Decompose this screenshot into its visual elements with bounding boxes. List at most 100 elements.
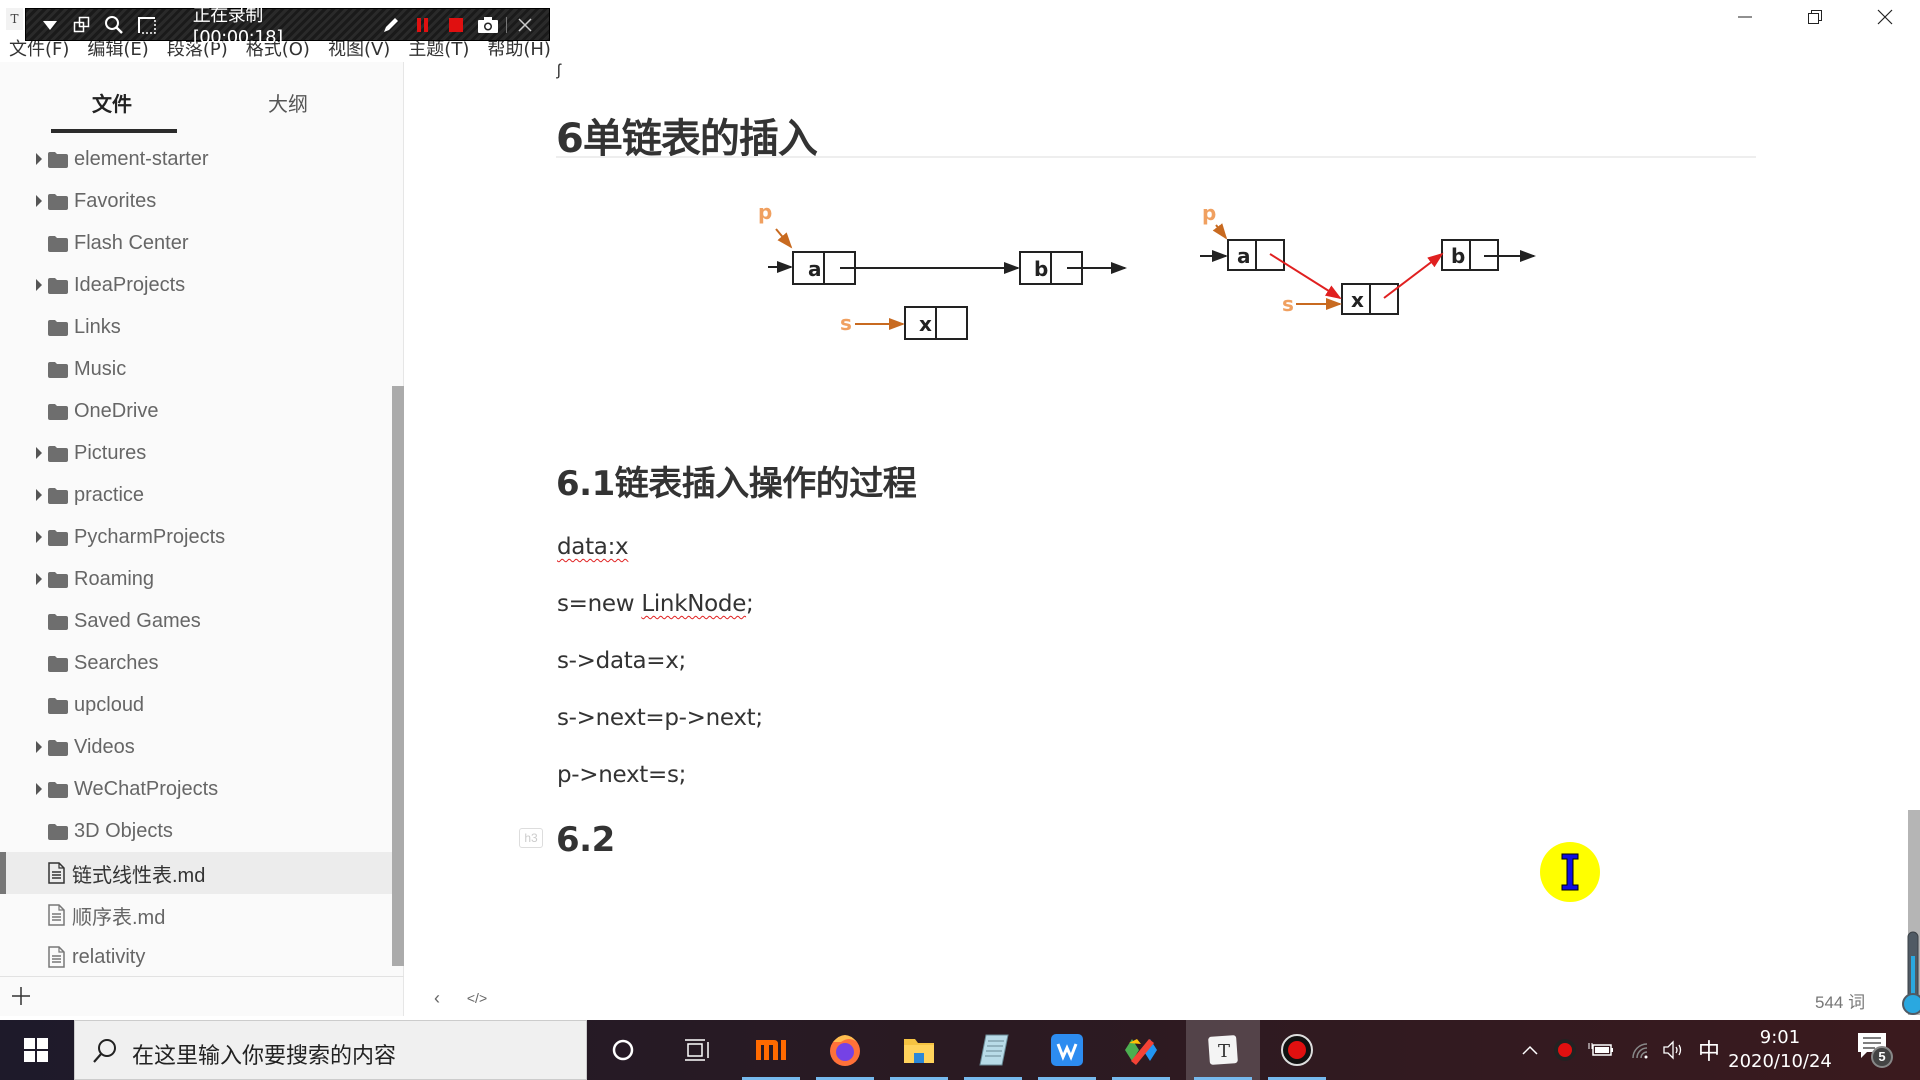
tree-item-label: 链式线性表.md (72, 864, 206, 887)
taskbar-app-file-explorer[interactable] (882, 1020, 956, 1080)
folder-icon (48, 823, 68, 840)
caret-right-icon[interactable] (36, 195, 42, 207)
folder-item[interactable]: Flash Center (0, 222, 392, 264)
folder-item[interactable]: OneDrive (0, 390, 392, 432)
sidebar-scrollbar[interactable] (392, 386, 404, 966)
restore-button[interactable] (1780, 0, 1850, 34)
taskbar-app-recorder[interactable] (1260, 1020, 1334, 1080)
folder-item[interactable]: Saved Games (0, 600, 392, 642)
taskbar-search[interactable]: 在这里输入你要搜索的内容 (74, 1020, 587, 1080)
folder-item[interactable]: Pictures (0, 432, 392, 474)
menu-file[interactable]: 文件(F) (0, 38, 78, 62)
caret-right-icon[interactable] (36, 447, 42, 459)
record-icon (1281, 1034, 1313, 1066)
line-new-node[interactable]: s=new LinkNode; (557, 591, 754, 617)
caret-right-icon[interactable] (36, 153, 42, 165)
line-set-data[interactable]: s->data=x; (557, 648, 686, 674)
clock-date: 2020/10/24 (1728, 1051, 1832, 1072)
folder-item[interactable]: Favorites (0, 180, 392, 222)
cortana-button[interactable] (586, 1020, 660, 1080)
heading-6-2[interactable]: 6.2 (556, 820, 615, 860)
wifi-icon (1632, 1043, 1648, 1059)
close-button[interactable] (1850, 0, 1920, 34)
colorful-app-icon (1125, 1039, 1157, 1065)
folder-item[interactable]: Music (0, 348, 392, 390)
recorder-close-button[interactable] (509, 11, 541, 39)
folder-item[interactable]: practice (0, 474, 392, 516)
folder-item[interactable]: upcloud (0, 684, 392, 726)
minimize-button[interactable] (1710, 0, 1780, 34)
mi-logo-icon (756, 1040, 786, 1060)
line-data[interactable]: data:x (557, 534, 629, 560)
cortana-circle-icon (612, 1039, 634, 1061)
action-center-button[interactable]: 5 (1855, 1032, 1895, 1072)
folder-item[interactable]: Roaming (0, 558, 392, 600)
svg-text:T: T (1218, 1041, 1230, 1062)
caret-right-icon[interactable] (36, 783, 42, 795)
caret-right-icon[interactable] (36, 531, 42, 543)
folder-item[interactable]: PycharmProjects (0, 516, 392, 558)
new-link-x-to-b (1383, 252, 1444, 299)
recorder-screenshot-button[interactable] (472, 11, 504, 39)
recorder-dropdown-button[interactable] (34, 11, 66, 39)
folder-item[interactable]: element-starter (0, 138, 392, 180)
notification-count: 5 (1871, 1046, 1893, 1068)
tab-outline[interactable]: 大纲 (268, 88, 308, 117)
taskbar-clock[interactable]: 9:01 2020/10/24 (1720, 1026, 1840, 1074)
recording-status: 正在录制 [00:00:18] (192, 5, 283, 48)
folder-item[interactable]: Links (0, 306, 392, 348)
search-placeholder: 在这里输入你要搜索的内容 (132, 1044, 397, 1069)
tray-battery[interactable] (1585, 1020, 1617, 1080)
task-view-button[interactable] (660, 1020, 734, 1080)
folder-icon (48, 403, 68, 420)
folder-item[interactable]: 3D Objects (0, 810, 392, 852)
line-set-next[interactable]: s->next=p->next; (557, 705, 763, 731)
window-copy-icon (74, 16, 90, 32)
diagram-after: p a x b s (1200, 201, 1536, 316)
show-hidden-icons-button[interactable] (1515, 1020, 1545, 1080)
heading-insert-process[interactable]: 6.1链表插入操作的过程 (556, 456, 917, 505)
menu-edit[interactable]: 编辑(E) (78, 38, 157, 62)
tab-files[interactable]: 文件 (92, 88, 132, 117)
taskbar-app-colorful[interactable] (1104, 1020, 1178, 1080)
active-tab-indicator (51, 129, 177, 133)
sidebar-footer (0, 976, 404, 1016)
caret-right-icon[interactable] (36, 279, 42, 291)
caret-right-icon[interactable] (36, 489, 42, 501)
recorder-pause-button[interactable] (407, 11, 439, 39)
add-file-button[interactable] (10, 985, 32, 1007)
start-button[interactable] (0, 1020, 72, 1080)
camera-icon (477, 16, 498, 33)
recorder-region-button[interactable] (131, 11, 163, 39)
tree-item-label: PycharmProjects (74, 525, 226, 548)
taskbar-app-mi[interactable] (734, 1020, 808, 1080)
file-item[interactable]: 顺序表.md (0, 894, 392, 936)
file-item[interactable]: 链式线性表.md (0, 852, 392, 894)
folder-item[interactable]: WeChatProjects (0, 768, 392, 810)
recorder-zoom-button[interactable] (98, 11, 130, 39)
recorder-stop-button[interactable] (439, 11, 471, 39)
file-item[interactable]: relativity (0, 936, 392, 978)
caret-right-icon[interactable] (36, 573, 42, 585)
tree-item-label: Music (74, 357, 127, 380)
folder-item[interactable]: Searches (0, 642, 392, 684)
line-link-p[interactable]: p->next=s; (557, 762, 686, 788)
word-count[interactable]: 544 词 (1815, 988, 1865, 1013)
tray-network[interactable] (1624, 1020, 1656, 1080)
menu-theme[interactable]: 主题(T) (399, 38, 478, 62)
caret-right-icon[interactable] (36, 741, 42, 753)
toggle-sidebar-button[interactable]: ‹ (425, 986, 449, 1010)
taskbar-app-wps[interactable] (1030, 1020, 1104, 1080)
folder-item[interactable]: Videos (0, 726, 392, 768)
source-mode-button[interactable]: </> (461, 986, 493, 1010)
tray-volume[interactable] (1658, 1020, 1690, 1080)
taskbar-app-typora[interactable]: T (1186, 1020, 1260, 1080)
folder-item[interactable]: IdeaProjects (0, 264, 392, 306)
recorder-window-button[interactable] (66, 11, 98, 39)
taskbar-app-notepad[interactable] (956, 1020, 1030, 1080)
recorder-pen-button[interactable] (375, 11, 407, 39)
menu-help[interactable]: 帮助(H) (478, 38, 560, 62)
taskbar-app-firefox[interactable] (808, 1020, 882, 1080)
tray-recorder-icon[interactable] (1550, 1020, 1580, 1080)
editor-pane[interactable]: ʃ 6单链表的插入 p a b s x p a x b s 6.1链表插入操作的… (405, 62, 1920, 1016)
